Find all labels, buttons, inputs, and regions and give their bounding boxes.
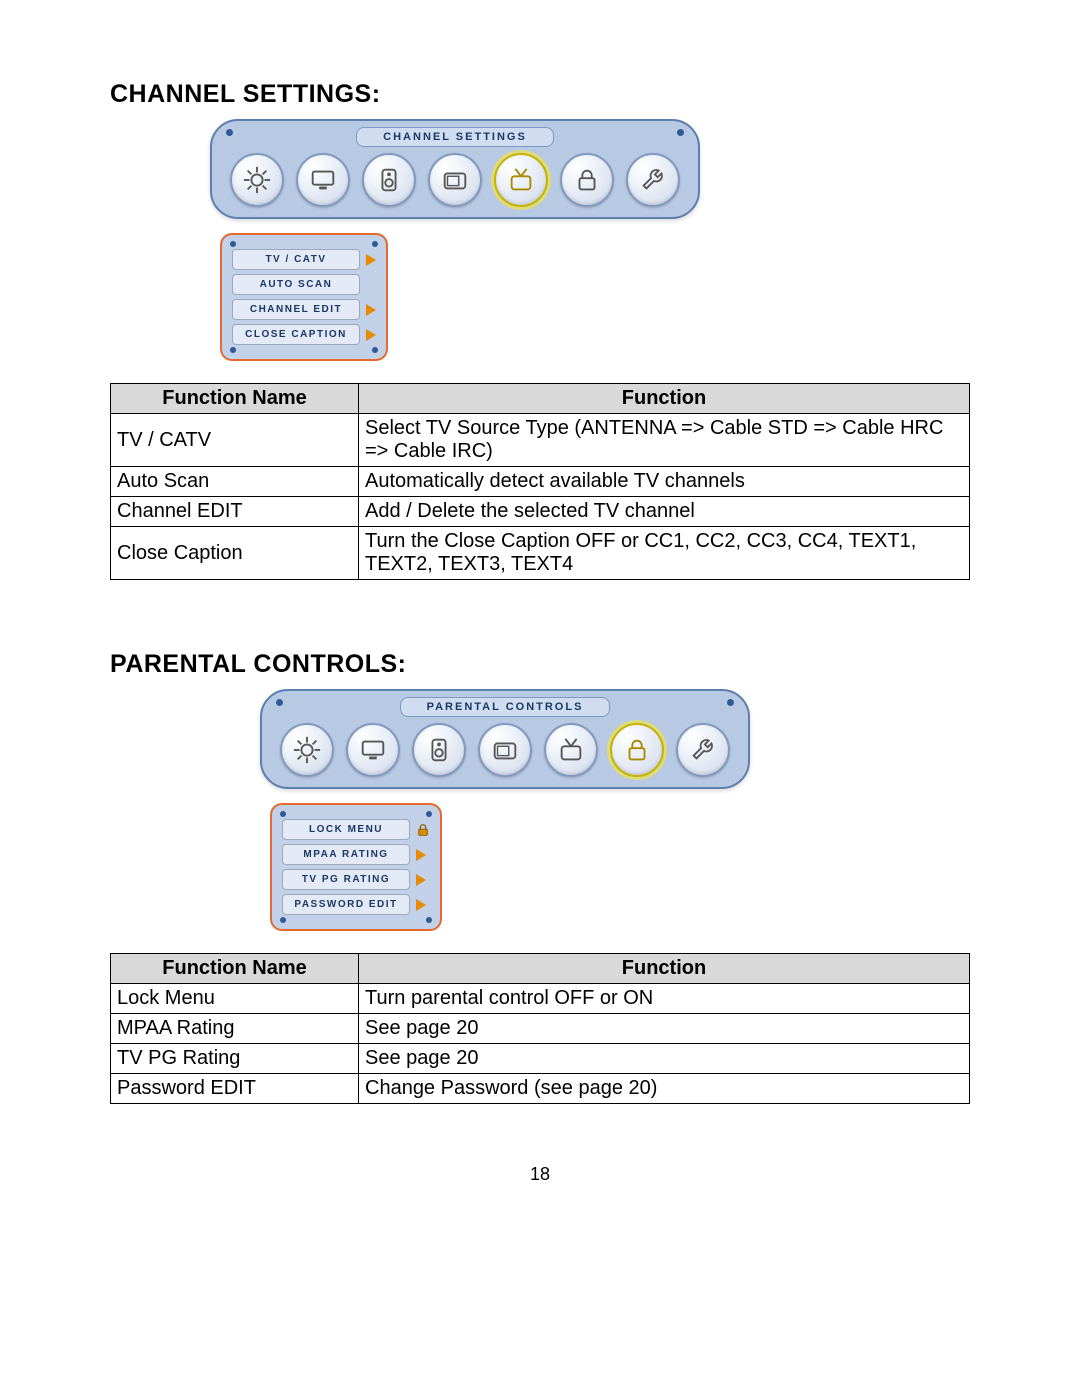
lock-icon[interactable] bbox=[560, 153, 614, 207]
screw-icon bbox=[727, 699, 734, 706]
screw-icon bbox=[276, 699, 283, 706]
section-heading-channel: CHANNEL SETTINGS: bbox=[110, 80, 970, 109]
screw-icon bbox=[280, 917, 286, 923]
wrench-icon[interactable] bbox=[626, 153, 680, 207]
table-row: MPAA RatingSee page 20 bbox=[111, 1014, 970, 1044]
screw-icon bbox=[372, 241, 378, 247]
cell-desc: Turn parental control OFF or ON bbox=[359, 984, 970, 1014]
osd-submenu-channel: TV / CATV AUTO SCAN CHANNEL EDIT CLOSE C… bbox=[220, 233, 388, 361]
screw-icon bbox=[226, 129, 233, 136]
screw-icon bbox=[426, 917, 432, 923]
cell-desc: See page 20 bbox=[359, 1044, 970, 1074]
osd-panel-channel: CHANNEL SETTINGS bbox=[210, 119, 700, 219]
cell-name: Auto Scan bbox=[111, 467, 359, 497]
col-function-name: Function Name bbox=[111, 384, 359, 414]
cell-name: Close Caption bbox=[111, 527, 359, 580]
arrow-right-icon bbox=[416, 849, 426, 861]
arrow-right-icon bbox=[366, 329, 376, 341]
section-heading-parental: PARENTAL CONTROLS: bbox=[110, 650, 970, 679]
cell-desc: Select TV Source Type (ANTENNA => Cable … bbox=[359, 414, 970, 467]
function-table-channel: Function Name Function TV / CATVSelect T… bbox=[110, 383, 970, 580]
menu-item-mpaa-rating[interactable]: MPAA RATING bbox=[282, 844, 410, 865]
col-function: Function bbox=[359, 384, 970, 414]
table-row: TV / CATVSelect TV Source Type (ANTENNA … bbox=[111, 414, 970, 467]
table-header-row: Function Name Function bbox=[111, 954, 970, 984]
osd-submenu-parental: LOCK MENU MPAA RATING TV PG RATING PASSW… bbox=[270, 803, 442, 931]
osd-title: CHANNEL SETTINGS bbox=[356, 127, 554, 147]
table-row: Lock MenuTurn parental control OFF or ON bbox=[111, 984, 970, 1014]
arrow-right-icon bbox=[416, 874, 426, 886]
table-row: TV PG RatingSee page 20 bbox=[111, 1044, 970, 1074]
tv-icon[interactable] bbox=[478, 723, 532, 777]
speaker-icon[interactable] bbox=[412, 723, 466, 777]
antenna-tv-icon[interactable] bbox=[544, 723, 598, 777]
col-function-name: Function Name bbox=[111, 954, 359, 984]
cell-desc: Automatically detect available TV channe… bbox=[359, 467, 970, 497]
cell-desc: Add / Delete the selected TV channel bbox=[359, 497, 970, 527]
arrow-right-icon bbox=[366, 254, 376, 266]
cell-desc: Turn the Close Caption OFF or CC1, CC2, … bbox=[359, 527, 970, 580]
cell-desc: See page 20 bbox=[359, 1014, 970, 1044]
cell-name: Lock Menu bbox=[111, 984, 359, 1014]
monitor-icon[interactable] bbox=[346, 723, 400, 777]
screw-icon bbox=[230, 347, 236, 353]
page-number: 18 bbox=[110, 1164, 970, 1185]
menu-item-channel-edit[interactable]: CHANNEL EDIT bbox=[232, 299, 360, 320]
cell-desc: Change Password (see page 20) bbox=[359, 1074, 970, 1104]
tv-icon[interactable] bbox=[428, 153, 482, 207]
osd-title: PARENTAL CONTROLS bbox=[400, 697, 611, 717]
cell-name: MPAA Rating bbox=[111, 1014, 359, 1044]
screw-icon bbox=[677, 129, 684, 136]
table-row: Channel EDITAdd / Delete the selected TV… bbox=[111, 497, 970, 527]
col-function: Function bbox=[359, 954, 970, 984]
arrow-right-icon bbox=[366, 304, 376, 316]
arrow-right-icon bbox=[416, 899, 426, 911]
menu-item-tvpg-rating[interactable]: TV PG RATING bbox=[282, 869, 410, 890]
screw-icon bbox=[426, 811, 432, 817]
sun-burst-icon[interactable] bbox=[280, 723, 334, 777]
cell-name: Password EDIT bbox=[111, 1074, 359, 1104]
cell-name: Channel EDIT bbox=[111, 497, 359, 527]
cell-name: TV / CATV bbox=[111, 414, 359, 467]
lock-mini-icon bbox=[416, 823, 430, 837]
cell-name: TV PG Rating bbox=[111, 1044, 359, 1074]
speaker-icon[interactable] bbox=[362, 153, 416, 207]
function-table-parental: Function Name Function Lock MenuTurn par… bbox=[110, 953, 970, 1104]
monitor-icon[interactable] bbox=[296, 153, 350, 207]
menu-item-auto-scan[interactable]: AUTO SCAN bbox=[232, 274, 360, 295]
antenna-tv-icon[interactable] bbox=[494, 153, 548, 207]
screw-icon bbox=[230, 241, 236, 247]
table-header-row: Function Name Function bbox=[111, 384, 970, 414]
menu-item-password-edit[interactable]: PASSWORD EDIT bbox=[282, 894, 410, 915]
lock-icon[interactable] bbox=[610, 723, 664, 777]
sun-burst-icon[interactable] bbox=[230, 153, 284, 207]
wrench-icon[interactable] bbox=[676, 723, 730, 777]
menu-item-close-caption[interactable]: CLOSE CAPTION bbox=[232, 324, 360, 345]
table-row: Auto ScanAutomatically detect available … bbox=[111, 467, 970, 497]
osd-panel-parental: PARENTAL CONTROLS bbox=[260, 689, 750, 789]
menu-item-lock-menu[interactable]: LOCK MENU bbox=[282, 819, 410, 840]
table-row: Password EDITChange Password (see page 2… bbox=[111, 1074, 970, 1104]
table-row: Close CaptionTurn the Close Caption OFF … bbox=[111, 527, 970, 580]
menu-item-tv-catv[interactable]: TV / CATV bbox=[232, 249, 360, 270]
screw-icon bbox=[372, 347, 378, 353]
screw-icon bbox=[280, 811, 286, 817]
